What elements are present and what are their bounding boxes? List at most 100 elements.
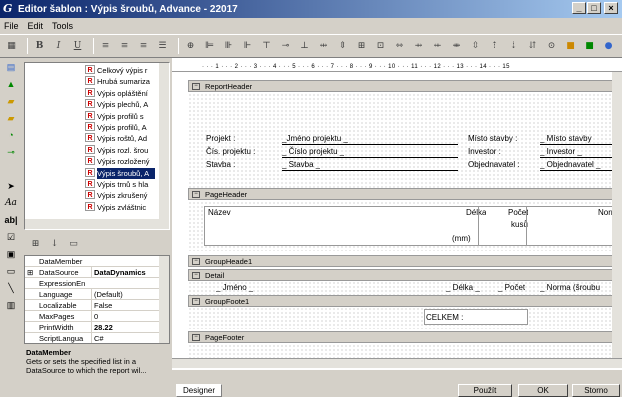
align-left-icon[interactable]: ≡ <box>98 39 113 54</box>
col-mm[interactable]: (mm) <box>452 233 471 244</box>
property-row[interactable]: ExpressionEn <box>25 278 159 289</box>
label-cis-projektu[interactable]: Čís. projektu : <box>206 146 255 157</box>
section-page-header[interactable]: Název Délka Počet kusů Norr (mm) <box>188 201 618 251</box>
property-vscroll[interactable] <box>159 256 169 343</box>
apply-button[interactable]: Použít <box>458 384 512 397</box>
pagebreak-icon[interactable]: ▥ <box>3 298 19 312</box>
shape-tool-icon[interactable]: ◔ <box>3 128 19 142</box>
same-size-icon[interactable]: ⊞ <box>354 39 369 54</box>
align-centers-icon[interactable]: ⊪ <box>221 39 236 54</box>
tree-item[interactable]: Výpis rozl. šrou <box>97 145 155 156</box>
field-misto-stavby[interactable]: _ Místo stavby <box>540 133 618 144</box>
band-report-header[interactable]: − ReportHeader <box>188 80 618 92</box>
tree-item[interactable]: Celkový výpis r <box>97 65 155 76</box>
cancel-button[interactable]: Storno <box>572 384 620 397</box>
property-value[interactable]: DataDynamics <box>91 267 159 278</box>
label-tool-icon[interactable]: ▲ <box>3 77 19 91</box>
send-back-icon[interactable]: ■ <box>582 39 597 54</box>
textbox-icon[interactable]: ab| <box>3 213 19 227</box>
band-page-footer[interactable]: − PageFooter <box>188 331 618 343</box>
field-objednavatel[interactable]: _ Objednavatel _ <box>540 159 618 170</box>
ok-button[interactable]: OK <box>518 384 568 397</box>
menu-tools[interactable]: Tools <box>52 21 73 31</box>
property-value[interactable]: C# <box>91 333 159 343</box>
menu-file[interactable]: File <box>4 21 19 31</box>
align-tops-icon[interactable]: ⊤ <box>259 39 274 54</box>
property-row[interactable]: ScriptLangua C# <box>25 333 159 343</box>
hspace-remove-icon[interactable]: ⇼ <box>449 39 464 54</box>
close-button[interactable]: × <box>604 2 618 14</box>
field-norma[interactable]: _ Norma (šroubu <box>540 282 618 293</box>
folder-icon[interactable]: ▰ <box>3 111 19 125</box>
property-value[interactable]: False <box>91 300 159 311</box>
col-nazev[interactable]: Název <box>208 207 231 218</box>
property-pages-icon[interactable]: ▭ <box>66 237 81 252</box>
picture-icon[interactable]: ▣ <box>3 247 19 261</box>
section-report-header[interactable]: Projekt : _Jméno projektu _ Místo stavby… <box>188 93 618 189</box>
same-width-icon[interactable]: ⇹ <box>316 39 331 54</box>
center-icon[interactable]: ⊙ <box>544 39 559 54</box>
vspace-remove-icon[interactable]: ⇵ <box>525 39 540 54</box>
same-height-icon[interactable]: ⇕ <box>335 39 350 54</box>
field-investor[interactable]: _ Investor _ <box>540 146 618 157</box>
label-investor[interactable]: Investor : <box>468 146 501 157</box>
designer-vscroll[interactable] <box>612 72 622 358</box>
align-bottoms-icon[interactable]: ⊥ <box>297 39 312 54</box>
pointer-icon[interactable]: ➤ <box>3 179 19 193</box>
section-group-footer[interactable]: CELKEM : <box>188 307 618 329</box>
align-lefts-icon[interactable]: ⊫ <box>202 39 217 54</box>
underline-icon[interactable]: U <box>70 39 85 54</box>
tree-item[interactable]: Výpis opláštění <box>97 88 155 99</box>
folder-open-icon[interactable]: ▰ <box>3 94 19 108</box>
grid-icon[interactable]: ▦ <box>4 39 19 54</box>
label-misto-stavby[interactable]: Místo stavby : <box>468 133 517 144</box>
field-stavba[interactable]: _ Stavba _ <box>282 159 320 170</box>
tree-item[interactable]: Výpis plechů, A <box>97 99 155 110</box>
tree-item[interactable]: Hrubá sumariza <box>97 76 155 87</box>
checkbox-icon[interactable]: ☑ <box>3 230 19 244</box>
tree-item[interactable]: Výpis profilů, A <box>97 122 155 133</box>
tree-item[interactable]: Výpis trnů s hla <box>97 179 155 190</box>
vspace-equal-icon[interactable]: ⇳ <box>468 39 483 54</box>
tree-hscroll[interactable] <box>25 219 169 229</box>
tree-item[interactable]: Výpis roštů, Ad <box>97 133 155 144</box>
bring-front-icon[interactable]: ■ <box>563 39 578 54</box>
tree-item[interactable]: Výpis zkrušený <box>97 190 155 201</box>
field-pocet[interactable]: _ Počet <box>498 282 525 293</box>
property-row[interactable]: Localizable False <box>25 300 159 311</box>
property-row[interactable]: DataMember <box>25 256 159 267</box>
property-row[interactable]: Language (Default) <box>25 289 159 300</box>
label-celkem[interactable]: CELKEM : <box>426 312 463 323</box>
label-icon[interactable]: Aa <box>3 196 19 210</box>
tree-item[interactable]: Výpis profilů s <box>97 111 155 122</box>
band-group-footer[interactable]: − GroupFoote1 <box>188 295 618 307</box>
align-right-icon[interactable]: ≡ <box>136 39 151 54</box>
snap-icon[interactable]: ⊕ <box>183 39 198 54</box>
property-value[interactable]: 0 <box>91 311 159 322</box>
alphabetical-icon[interactable]: ↓ <box>47 237 62 252</box>
line-icon[interactable]: ╲ <box>3 281 19 295</box>
align-middles-icon[interactable]: ⊸ <box>278 39 293 54</box>
maximize-button[interactable]: □ <box>587 2 601 14</box>
label-projekt[interactable]: Projekt : <box>206 133 235 144</box>
justify-icon[interactable]: ☰ <box>155 39 170 54</box>
label-objednavatel[interactable]: Objednavatel : <box>468 159 520 170</box>
property-value[interactable]: (Default) <box>91 289 159 300</box>
band-detail[interactable]: − Detail <box>188 269 618 281</box>
align-rights-icon[interactable]: ⊩ <box>240 39 255 54</box>
italic-icon[interactable]: I <box>51 39 66 54</box>
expand-icon[interactable]: ⊞ <box>27 267 33 278</box>
section-detail[interactable]: _ Jméno _ _ Délka _ _ Počet _ Norma (šro… <box>188 281 618 295</box>
menu-edit[interactable]: Edit <box>28 21 44 31</box>
col-delka[interactable]: Délka <box>466 207 486 218</box>
field-jmeno-projektu[interactable]: _Jméno projektu _ <box>282 133 348 144</box>
property-row[interactable]: MaxPages 0 <box>25 311 159 322</box>
line-tool-icon[interactable]: ⊸ <box>3 145 19 159</box>
rectangle-icon[interactable]: ▭ <box>3 264 19 278</box>
field-jmeno[interactable]: _ Jméno _ <box>216 282 253 293</box>
size-to-grid-icon[interactable]: ⊡ <box>373 39 388 54</box>
report-icon[interactable]: ▤ <box>3 60 19 74</box>
bold-icon[interactable]: B <box>32 39 47 54</box>
designer-tab[interactable]: Designer <box>176 384 222 397</box>
band-page-header[interactable]: − PageHeader <box>188 188 618 200</box>
